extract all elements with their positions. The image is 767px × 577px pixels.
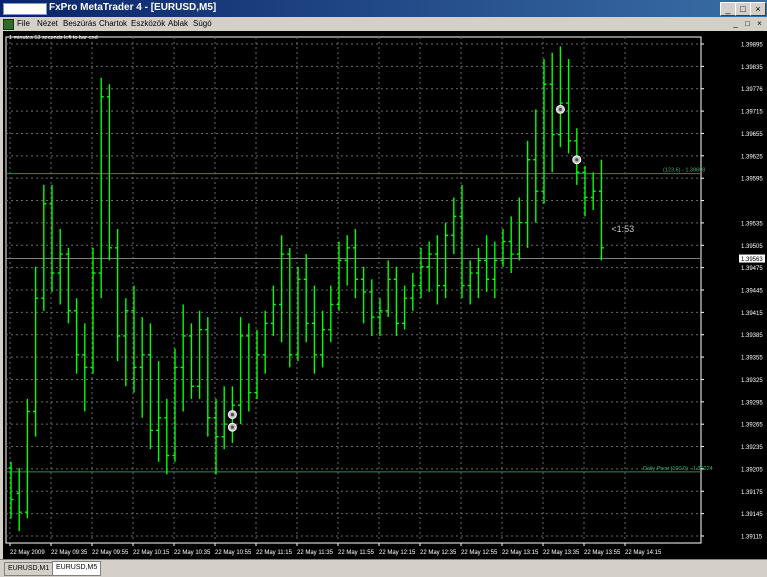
- fibo-label-upper: (123.6) - 1.39698: [663, 168, 705, 174]
- maximize-button[interactable]: □: [735, 2, 751, 16]
- tab-eurusd-m1[interactable]: EURUSD,M1: [4, 562, 54, 576]
- price-axis-label: 1.39385: [741, 333, 763, 339]
- price-axis-label: 1.39475: [741, 266, 763, 272]
- time-axis-label: 22 May 13:35: [543, 550, 580, 556]
- chart-canvas[interactable]: 1.39895 1.39835 1.39776 1.39715 1.39655 1.396…: [3, 31, 767, 559]
- menu-charts[interactable]: Chartok: [99, 19, 127, 28]
- price-axis-label: 1.39625: [741, 154, 763, 160]
- price-axis-label: 1.39895: [741, 43, 763, 49]
- time-axis-label: 22 May 13:15: [502, 550, 539, 556]
- trade-marker-dot: [575, 158, 579, 162]
- price-axis-label: 1.39776: [741, 87, 763, 93]
- doc-close-button[interactable]: ×: [755, 19, 764, 28]
- time-axis-label: 22 May 10:35: [174, 550, 211, 556]
- time-axis-label: 22 May 11:55: [338, 550, 375, 556]
- menu-help[interactable]: Súgó: [193, 19, 212, 28]
- bar-timer-text: 1 minutes 53 seconds left to bar end: [9, 35, 98, 41]
- time-axis-label: 22 May 14:15: [625, 550, 662, 556]
- current-price-label: 1.39563: [741, 257, 763, 263]
- trade-marker-dot: [230, 413, 234, 417]
- title-bar[interactable]: FxPro MetaTrader 4 - [EURUSD,M5] _ □ ×: [0, 0, 767, 17]
- minimize-button[interactable]: _: [720, 2, 736, 16]
- price-axis-label: 1.39835: [741, 65, 763, 71]
- price-axis-label: 1.39715: [741, 110, 763, 116]
- price-axis-label: 1.39445: [741, 289, 763, 295]
- price-axis-label: 1.39175: [741, 490, 763, 496]
- time-axis-label: 22 May 11:15: [256, 550, 293, 556]
- redacted-app-icon: [3, 3, 47, 15]
- close-button[interactable]: ×: [750, 2, 766, 16]
- time-axis-label: 22 May 12:35: [420, 550, 457, 556]
- time-axis-label: 22 May 10:55: [215, 550, 252, 556]
- price-axis-label: 1.39145: [741, 512, 763, 518]
- trade-marker-dot: [230, 425, 234, 429]
- price-axis-label: 1.39115: [741, 535, 763, 541]
- menu-file[interactable]: File: [17, 19, 30, 28]
- trade-marker-dot: [558, 107, 563, 111]
- doc-minimize-button[interactable]: _: [731, 19, 740, 28]
- fibo-label-lower: Daily Pivot (100.0) - 1.39224: [643, 466, 713, 472]
- menu-bar: File Nézet Beszúrás Chartok Eszközök Abl…: [0, 17, 767, 31]
- price-axis-label: 1.39415: [741, 311, 763, 317]
- mt4-window: FxPro MetaTrader 4 - [EURUSD,M5] _ □ × F…: [0, 0, 767, 577]
- price-axis-label: 1.39205: [741, 467, 763, 473]
- price-axis-label: 1.39505: [741, 244, 763, 250]
- menu-insert[interactable]: Beszúrás: [63, 19, 96, 28]
- time-axis-label: 22 May 09:35: [51, 550, 88, 556]
- doc-restore-button[interactable]: □: [743, 19, 752, 28]
- price-axis-label: 1.39235: [741, 445, 763, 451]
- price-axis-label: 1.39265: [741, 423, 763, 429]
- menu-tools[interactable]: Eszközök: [131, 19, 165, 28]
- bar-countdown-label: <1:53: [611, 224, 634, 234]
- price-axis-label: 1.39295: [741, 400, 763, 406]
- price-axis-label: 1.39595: [741, 177, 763, 183]
- time-axis-label: 22 May 09:55: [92, 550, 129, 556]
- time-axis-label: 22 May 2009: [10, 550, 45, 556]
- price-chart[interactable]: 1.39895 1.39835 1.39776 1.39715 1.39655 1.396…: [3, 31, 767, 559]
- menu-view[interactable]: Nézet: [37, 19, 58, 28]
- price-axis-label: 1.39325: [741, 378, 763, 384]
- time-axis-label: 22 May 12:55: [461, 550, 498, 556]
- menu-window[interactable]: Ablak: [168, 19, 188, 28]
- price-axis-label: 1.39535: [741, 221, 763, 227]
- price-axis-label: 1.39655: [741, 132, 763, 138]
- time-axis-label: 22 May 11:35: [297, 550, 334, 556]
- chart-tab-bar: EURUSD,M1 EURUSD,M5: [0, 559, 767, 577]
- time-axis-label: 22 May 12:15: [379, 550, 416, 556]
- window-title: FxPro MetaTrader 4 - [EURUSD,M5]: [49, 2, 217, 13]
- chart-document-icon[interactable]: [3, 19, 14, 30]
- tab-eurusd-m5[interactable]: EURUSD,M5: [52, 561, 102, 576]
- time-axis-label: 22 May 13:55: [584, 550, 621, 556]
- price-axis-label: 1.39355: [741, 356, 763, 362]
- time-axis-label: 22 May 10:15: [133, 550, 170, 556]
